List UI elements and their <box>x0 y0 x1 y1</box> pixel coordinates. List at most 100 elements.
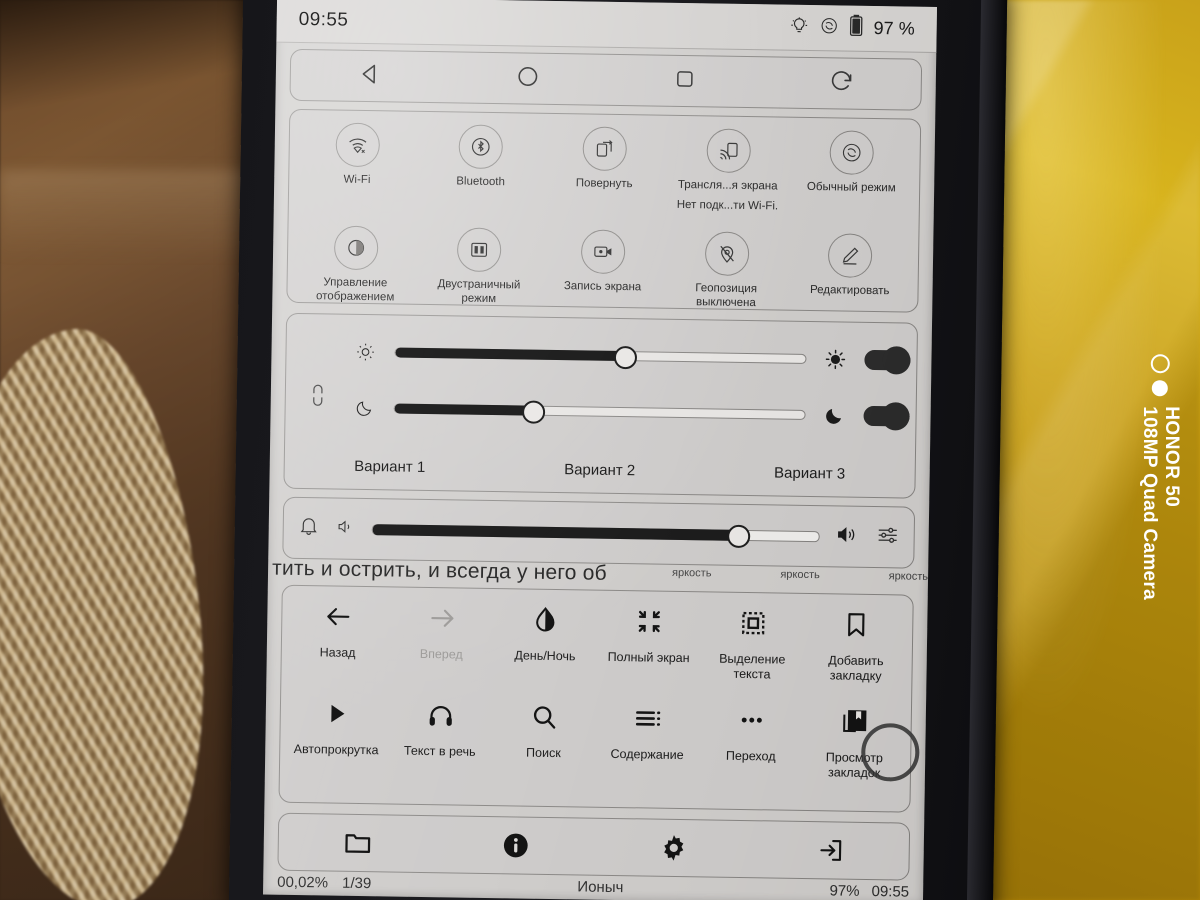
tile-label: Wi-Fi <box>343 173 371 187</box>
footer-progress: 00,02% <box>277 873 329 892</box>
tile-refresh-mode[interactable]: Обычный режим <box>789 130 914 217</box>
tile-rotate[interactable]: Повернуть <box>542 126 667 213</box>
location-off-icon <box>704 231 750 276</box>
bell-icon[interactable] <box>298 514 320 541</box>
footer-battery: 97% <box>829 882 860 900</box>
reader-goto[interactable]: Переход <box>699 699 804 780</box>
brightness-presets: Вариант 1 Вариант 2 Вариант 3 <box>285 457 915 484</box>
tile-location[interactable]: Геопозиция выключена <box>664 230 789 311</box>
tile-wifi[interactable]: Wi-Fi <box>295 122 420 209</box>
exit-icon[interactable] <box>817 836 845 864</box>
tile-screen-record[interactable]: Запись экрана <box>540 229 665 310</box>
light-bulb-icon <box>789 15 808 39</box>
reader-contents[interactable]: Содержание <box>595 698 700 779</box>
sliders-settings-icon[interactable] <box>875 523 899 552</box>
reader-back[interactable]: Назад <box>285 596 390 677</box>
tile-two-page[interactable]: Двустраничный режим <box>417 227 542 308</box>
status-bar: 09:55 97 % <box>276 0 938 53</box>
back-triangle-icon[interactable] <box>357 60 383 91</box>
cast-screen-icon <box>705 128 751 174</box>
reader-tts[interactable]: Текст в речь <box>388 694 493 775</box>
reader-toolbar-panel: Назад Вперед День/Ночь Полный экран Выде… <box>278 584 920 813</box>
slider-knob[interactable] <box>726 524 751 548</box>
day-night-icon <box>530 600 561 640</box>
preset-variant-3[interactable]: Вариант 3 <box>774 464 845 482</box>
reader-label: Добавить закладку <box>828 653 884 684</box>
info-icon[interactable] <box>501 830 531 860</box>
link-sliders-icon[interactable] <box>308 382 328 413</box>
brightness-slider-warm[interactable] <box>394 345 807 370</box>
brightness-label-1: яркость <box>671 566 712 580</box>
contents-list-icon <box>633 698 662 738</box>
touch-indicator <box>860 722 920 782</box>
reader-label: Выделение текста <box>719 651 786 682</box>
arrow-right-icon <box>427 598 458 638</box>
status-clock: 09:55 <box>298 8 349 31</box>
more-dots-icon <box>737 700 766 740</box>
fullscreen-icon <box>635 601 664 641</box>
reader-forward[interactable]: Вперед <box>389 597 494 678</box>
navigation-bar <box>289 48 923 111</box>
wifi-off-icon <box>335 122 380 168</box>
gear-icon[interactable] <box>659 833 689 863</box>
brightness-label-3: яркость <box>888 570 929 583</box>
reader-label: Поиск <box>526 745 561 761</box>
tile-label: Запись экрана <box>563 279 642 294</box>
moon-filled-icon <box>821 404 847 426</box>
tile-display-control[interactable]: Управление отображением <box>293 225 418 306</box>
tile-edit[interactable]: Редактировать <box>788 232 913 313</box>
slider-knob[interactable] <box>522 400 546 424</box>
footer-book-title: Ионыч <box>577 878 624 897</box>
reader-toolbar-row-1: Назад Вперед День/Ночь Полный экран Выде… <box>285 596 908 685</box>
bookmark-add-icon <box>842 605 871 645</box>
tile-label: Геопозиция выключена <box>695 281 758 310</box>
watermark-dots <box>1150 354 1170 397</box>
brightness-toggle-cool[interactable] <box>863 402 910 431</box>
reader-toolbar-row-2: Автопрокрутка Текст в речь Поиск Содержа… <box>284 693 907 782</box>
refresh-circle-icon <box>819 16 838 40</box>
reader-day-night[interactable]: День/Ночь <box>493 599 598 680</box>
photo-canvas: тить и острить, и всегда у него об яркос… <box>0 0 1200 900</box>
preset-variant-2[interactable]: Вариант 2 <box>564 461 635 479</box>
play-icon <box>323 693 350 733</box>
camera-watermark: HONOR 50 108MP Quad Camera <box>1139 354 1182 600</box>
reader-fullscreen[interactable]: Полный экран <box>596 601 701 682</box>
reader-autoscroll[interactable]: Автопрокрутка <box>284 693 389 774</box>
moon-icon <box>351 398 377 418</box>
arrow-left-icon <box>323 596 354 636</box>
tile-cast[interactable]: Трансля...я экрана Нет подк...ти Wi-Fi. <box>666 128 791 215</box>
reader-add-bookmark[interactable]: Добавить закладку <box>804 604 909 685</box>
preset-variant-1[interactable]: Вариант 1 <box>354 458 425 476</box>
bottom-bar <box>277 812 911 881</box>
watermark-line2: 108MP Quad Camera <box>1139 406 1161 600</box>
brightness-toggle-warm[interactable] <box>864 346 911 375</box>
tile-label: Bluetooth <box>456 175 505 189</box>
background-floor-highlight <box>0 170 270 260</box>
reader-text-select[interactable]: Выделение текста <box>700 602 805 683</box>
ereader-screen: тить и острить, и всегда у него об яркос… <box>262 0 938 900</box>
screen-record-icon <box>580 229 626 274</box>
headphones-icon <box>426 695 455 735</box>
folder-icon[interactable] <box>343 828 373 858</box>
tile-label: Двустраничный режим <box>437 277 521 306</box>
reader-search[interactable]: Поиск <box>491 696 596 777</box>
tile-label: Трансля...я экрана <box>677 178 778 193</box>
text-select-icon <box>739 603 768 643</box>
rotate-screen-icon <box>582 126 628 172</box>
brightness-panel: Вариант 1 Вариант 2 Вариант 3 <box>283 312 919 499</box>
reader-label: Переход <box>725 748 776 764</box>
watermark-line1: HONOR 50 <box>1161 406 1182 508</box>
tile-bluetooth[interactable]: Bluetooth <box>418 124 543 211</box>
recents-square-icon[interactable] <box>673 66 697 95</box>
home-circle-icon[interactable] <box>515 63 541 94</box>
brightness-slider-row-cool <box>351 397 910 431</box>
slider-knob[interactable] <box>613 345 637 370</box>
refresh-icon[interactable] <box>829 68 855 99</box>
volume-low-icon <box>336 516 356 541</box>
sun-icon <box>352 342 378 362</box>
volume-slider[interactable] <box>371 523 820 548</box>
reader-label: Вперед <box>419 646 463 662</box>
tile-label: Управление отображением <box>315 276 395 304</box>
pencil-edit-icon <box>827 233 873 278</box>
brightness-slider-cool[interactable] <box>393 400 806 424</box>
